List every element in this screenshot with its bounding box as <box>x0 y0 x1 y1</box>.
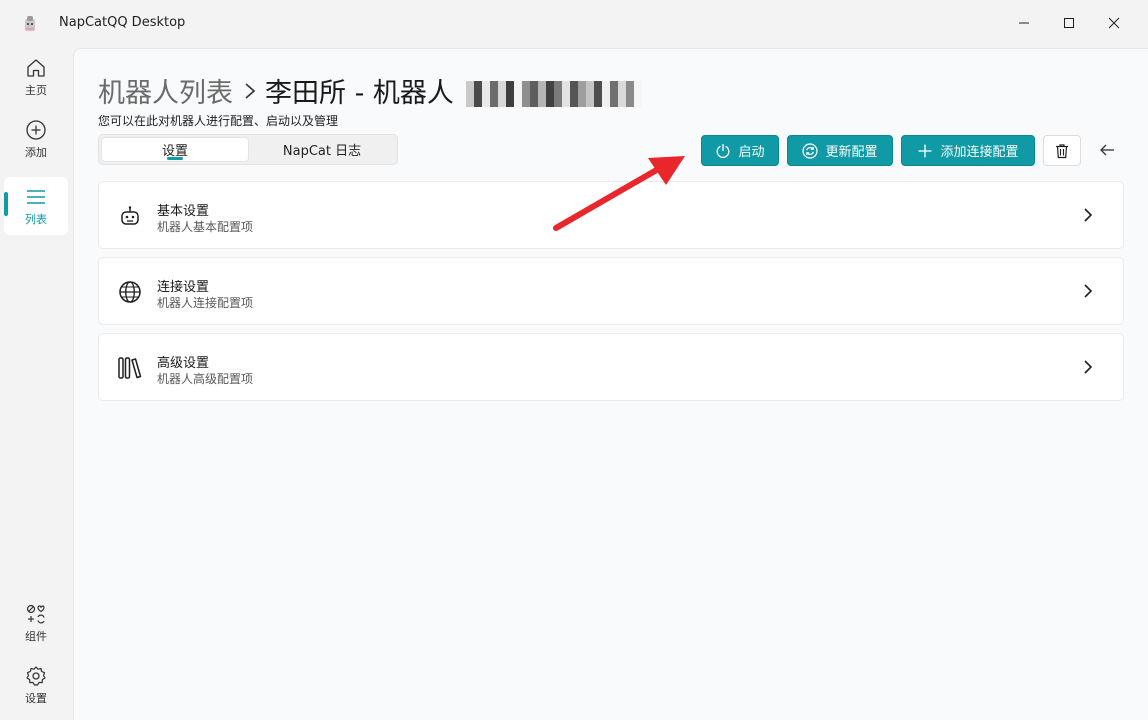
sidebar-item-label: 主页 <box>25 83 47 97</box>
breadcrumb: 机器人列表 李田所 - 机器人 <box>98 71 642 110</box>
library-icon <box>117 355 143 381</box>
card-description: 机器人连接配置项 <box>157 296 254 310</box>
maximize-icon <box>1064 18 1074 28</box>
window-title: NapCatQQ Desktop <box>59 15 186 30</box>
update-config-button[interactable]: 更新配置 <box>787 135 893 166</box>
sidebar-item-add[interactable]: 添加 <box>4 110 68 168</box>
card-title: 高级设置 <box>157 356 210 371</box>
power-icon <box>717 143 730 158</box>
plus-icon <box>918 144 932 157</box>
sidebar-item-home[interactable]: 主页 <box>4 48 68 106</box>
sidebar-item-label: 列表 <box>25 212 47 226</box>
minimize-icon <box>1019 22 1029 24</box>
main-panel: 机器人列表 李田所 - 机器人 您可以在此对机器人进行配置、启动以及管理 设置 … <box>73 48 1148 720</box>
title-bar: NapCatQQ Desktop <box>0 0 1148 48</box>
active-indicator <box>4 192 8 216</box>
home-icon <box>25 57 47 79</box>
add-connection-button-label: 添加连接配置 <box>940 145 1019 160</box>
delete-button[interactable] <box>1043 135 1081 166</box>
minimize-button[interactable] <box>1013 12 1035 34</box>
maximize-button[interactable] <box>1058 12 1080 34</box>
sidebar-item-label: 设置 <box>25 691 47 705</box>
tab-napcat-log[interactable]: NapCat 日志 <box>249 137 395 162</box>
settings-card-advanced[interactable]: 高级设置 机器人高级配置项 <box>98 333 1124 401</box>
sidebar-item-settings[interactable]: 设置 <box>4 656 68 714</box>
back-button[interactable] <box>1094 137 1120 163</box>
chevron-right-icon <box>243 81 257 101</box>
add-connection-button[interactable]: 添加连接配置 <box>901 135 1035 166</box>
close-button[interactable] <box>1103 12 1125 34</box>
sidebar: 主页 添加 列表 组件 设置 <box>0 48 72 720</box>
tab-settings[interactable]: 设置 <box>101 137 249 162</box>
update-config-button-label: 更新配置 <box>825 145 878 160</box>
gear-icon <box>25 665 47 687</box>
sync-icon <box>802 142 819 159</box>
sidebar-item-label: 组件 <box>25 629 47 643</box>
tab-bar: 设置 NapCat 日志 <box>98 134 398 165</box>
chevron-right-icon <box>1079 282 1097 300</box>
close-icon <box>1108 17 1120 29</box>
tab-active-indicator <box>167 157 183 160</box>
chevron-right-icon <box>1079 206 1097 224</box>
breadcrumb-parent-link[interactable]: 机器人列表 <box>98 71 233 110</box>
robot-icon <box>117 203 143 229</box>
settings-card-basic[interactable]: 基本设置 机器人基本配置项 <box>98 181 1124 249</box>
arrow-left-icon <box>1100 144 1114 156</box>
list-icon <box>25 186 47 208</box>
card-description: 机器人高级配置项 <box>157 372 254 386</box>
start-button[interactable]: 启动 <box>701 135 779 166</box>
trash-icon <box>1056 143 1068 158</box>
tab-label: NapCat 日志 <box>282 144 362 159</box>
redacted-qq-number <box>465 80 642 107</box>
card-title: 基本设置 <box>157 204 210 219</box>
sidebar-item-components[interactable]: 组件 <box>4 594 68 652</box>
sidebar-item-list[interactable]: 列表 <box>4 177 68 235</box>
sidebar-item-label: 添加 <box>25 145 47 159</box>
card-description: 机器人基本配置项 <box>157 220 254 234</box>
globe-icon <box>117 279 143 305</box>
settings-card-connection[interactable]: 连接设置 机器人连接配置项 <box>98 257 1124 325</box>
start-button-label: 启动 <box>738 145 765 160</box>
breadcrumb-current: 李田所 - 机器人 <box>265 78 454 109</box>
card-title: 连接设置 <box>157 280 210 295</box>
add-circle-icon <box>25 119 47 141</box>
chevron-right-icon <box>1079 358 1097 376</box>
page-subtitle: 您可以在此对机器人进行配置、启动以及管理 <box>98 114 339 128</box>
components-icon <box>25 603 47 625</box>
app-logo-icon <box>25 16 35 31</box>
